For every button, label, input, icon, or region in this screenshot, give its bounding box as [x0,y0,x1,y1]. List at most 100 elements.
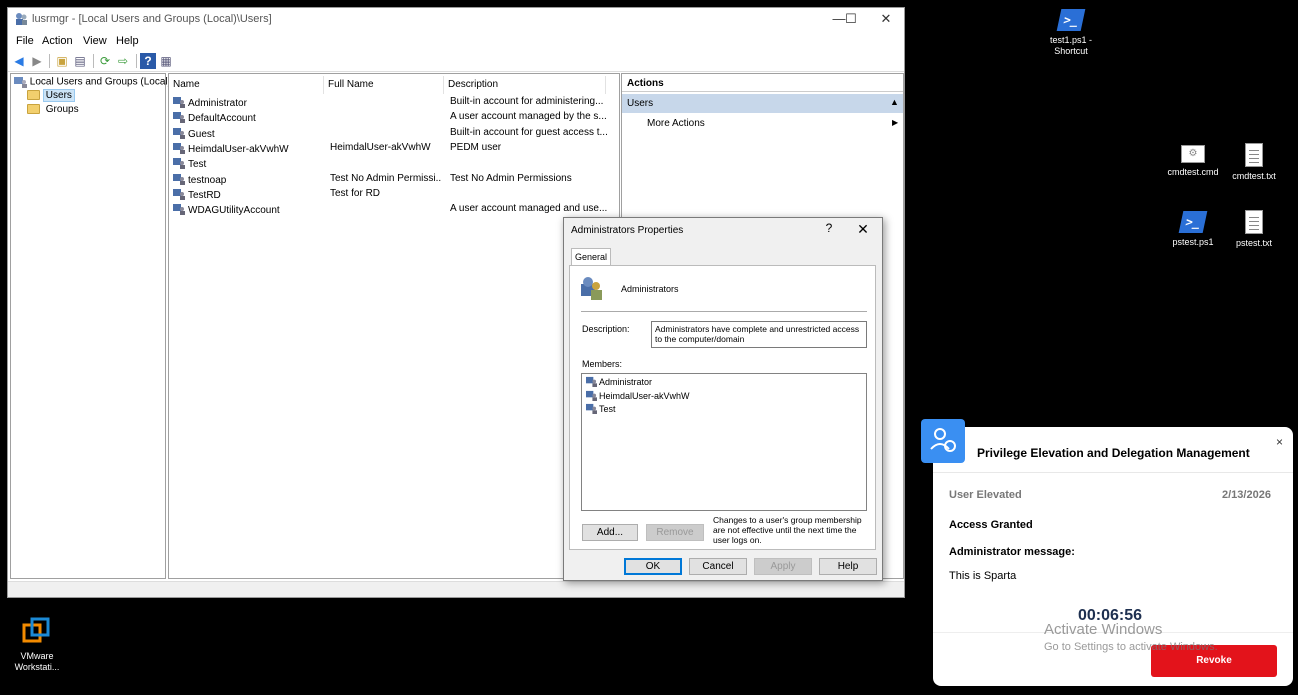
user-shield-icon [921,419,965,463]
show-hide-tree-icon[interactable]: ▤ [72,53,88,69]
description-field[interactable]: Administrators have complete and unrestr… [651,321,867,348]
description-cell: A user account managed by the s... [450,111,607,123]
tree-item-groups-label: Groups [45,104,79,115]
description-cell: Built-in account for administering... [450,96,604,107]
tree-item-groups[interactable]: Groups [27,104,82,118]
up-folder-icon[interactable]: ▣ [54,53,70,69]
folder-icon [27,90,40,101]
desktop-icon-label: cmdtest.txt [1232,171,1276,181]
collapse-up-icon[interactable]: ▲ [890,97,899,107]
table-row[interactable]: TestRD Test for RD [171,188,616,203]
menu-action[interactable]: Action [42,35,73,47]
members-label: Members: [582,359,623,369]
dialog-help-button[interactable]: ? [819,221,839,235]
dialog-title: Administrators Properties [571,225,684,236]
access-status: Access Granted [949,519,1033,531]
desktop-icon-test1-shortcut[interactable]: >_ test1.ps1 - Shortcut [1039,9,1103,57]
user-name-cell: Administrator [173,96,247,109]
user-icon [173,112,185,124]
user-icon [173,127,185,139]
column-header-description[interactable]: Description [444,76,606,94]
window-title: lusrmgr - [Local Users and Groups (Local… [32,13,272,25]
membership-note: Changes to a user's group membership are… [713,515,862,545]
members-list[interactable]: Administrator HeimdalUser-akVwhW Test [581,373,867,511]
full-name-cell: Test for RD [330,187,381,199]
menu-file[interactable]: File [16,35,34,47]
user-name-cell: HeimdalUser-akVwhW [173,142,289,155]
member-item[interactable]: Test [586,403,616,414]
desktop-icon-pstest-ps1[interactable]: >_ pstest.ps1 [1161,211,1225,248]
back-icon[interactable]: ◀ [11,53,27,69]
desktop-icon-cmdtest-txt[interactable]: cmdtest.txt [1222,143,1286,182]
actions-section-users[interactable]: Users ▲ [622,94,903,113]
desktop-icon-pstest-txt[interactable]: pstest.txt [1222,210,1286,249]
desktop-icon-vmware[interactable]: VMware Workstati... [5,617,69,673]
apply-button[interactable]: Apply [754,558,812,575]
user-icon [173,173,185,185]
menu-bar: File Action View Help [8,32,904,50]
close-button[interactable]: ✕ [868,8,904,30]
tab-general[interactable]: General [571,248,611,266]
table-row[interactable]: WDAGUtilityAccount A user account managed… [171,203,616,218]
export-list-icon[interactable]: ⇨ [115,53,131,69]
user-icon [586,403,597,414]
more-actions-item[interactable]: More Actions [647,118,705,129]
user-icon [586,390,597,401]
table-row[interactable]: Guest Built-in account for guest access t… [171,127,616,142]
text-file-icon [1245,143,1263,167]
description-cell: Test No Admin Permissions [450,172,572,184]
user-name-cell: TestRD [173,188,221,201]
help-icon[interactable]: ? [140,53,156,69]
help-button[interactable]: Help [819,558,877,575]
user-name-cell: testnoap [173,173,226,186]
notification-close-icon[interactable]: × [1276,435,1283,449]
properties-pane-icon[interactable]: ▦ [158,53,174,69]
divider [581,311,867,312]
desktop-icon-cmdtest-cmd[interactable]: ⚙ cmdtest.cmd [1161,145,1225,178]
full-name-cell: Test No Admin Permissi... [330,172,442,184]
desktop-icon-label: test1.ps1 - Shortcut [1049,35,1093,56]
user-icon [586,376,597,387]
text-file-icon [1245,210,1263,234]
table-row[interactable]: Test [171,157,616,172]
table-row[interactable]: DefaultAccount A user account managed by … [171,111,616,126]
member-item[interactable]: HeimdalUser-akVwhW [586,390,690,401]
desktop-icon-label: cmdtest.cmd [1167,167,1219,177]
forward-icon[interactable]: ▶ [29,53,45,69]
tree-root-local-users-groups[interactable]: Local Users and Groups (Local) [14,76,171,90]
divider [933,472,1293,473]
desktop-icon-label: VMware Workstati... [14,651,60,672]
table-row[interactable]: HeimdalUser-akVwhW HeimdalUser-akVwhW PEDM… [171,142,616,157]
admin-message: This is Sparta [949,570,1017,582]
maximize-button[interactable]: ☐ [833,8,869,30]
table-row[interactable]: testnoap Test No Admin Permissi... Test No… [171,173,616,188]
general-tab-panel: Administrators Description: Administrato… [569,265,876,550]
member-item[interactable]: Administrator [586,376,652,387]
description-cell: Built-in account for guest access t... [450,126,608,138]
user-icon [173,142,185,154]
toolbar-separator [49,54,50,68]
tree-item-users[interactable]: Users [27,89,75,104]
table-row[interactable]: Administrator Built-in account for admini… [171,96,616,111]
elevation-date: 2/13/2026 [1222,489,1271,501]
ok-button[interactable]: OK [624,558,682,575]
column-header-full-name[interactable]: Full Name [324,76,444,94]
group-icon [581,277,602,300]
activation-watermark-subtext: Go to Settings to activate Windows. [1044,641,1218,653]
title-bar: lusrmgr - [Local Users and Groups (Local… [8,8,904,32]
user-icon [173,158,185,170]
user-icon [173,204,185,216]
powershell-icon: >_ [1056,9,1086,31]
refresh-icon[interactable]: ⟳ [97,53,113,69]
menu-view[interactable]: View [83,35,107,47]
description-cell: PEDM user [450,141,502,153]
elevation-status: User Elevated [949,489,1022,501]
cancel-button[interactable]: Cancel [689,558,747,575]
menu-help[interactable]: Help [116,35,139,47]
add-button[interactable]: Add... [582,524,638,541]
dialog-close-button[interactable]: ✕ [853,221,873,238]
remove-button[interactable]: Remove [646,524,704,541]
users-app-icon [16,13,27,25]
column-header-name[interactable]: Name [169,76,324,94]
full-name-cell: HeimdalUser-akVwhW [330,141,431,153]
